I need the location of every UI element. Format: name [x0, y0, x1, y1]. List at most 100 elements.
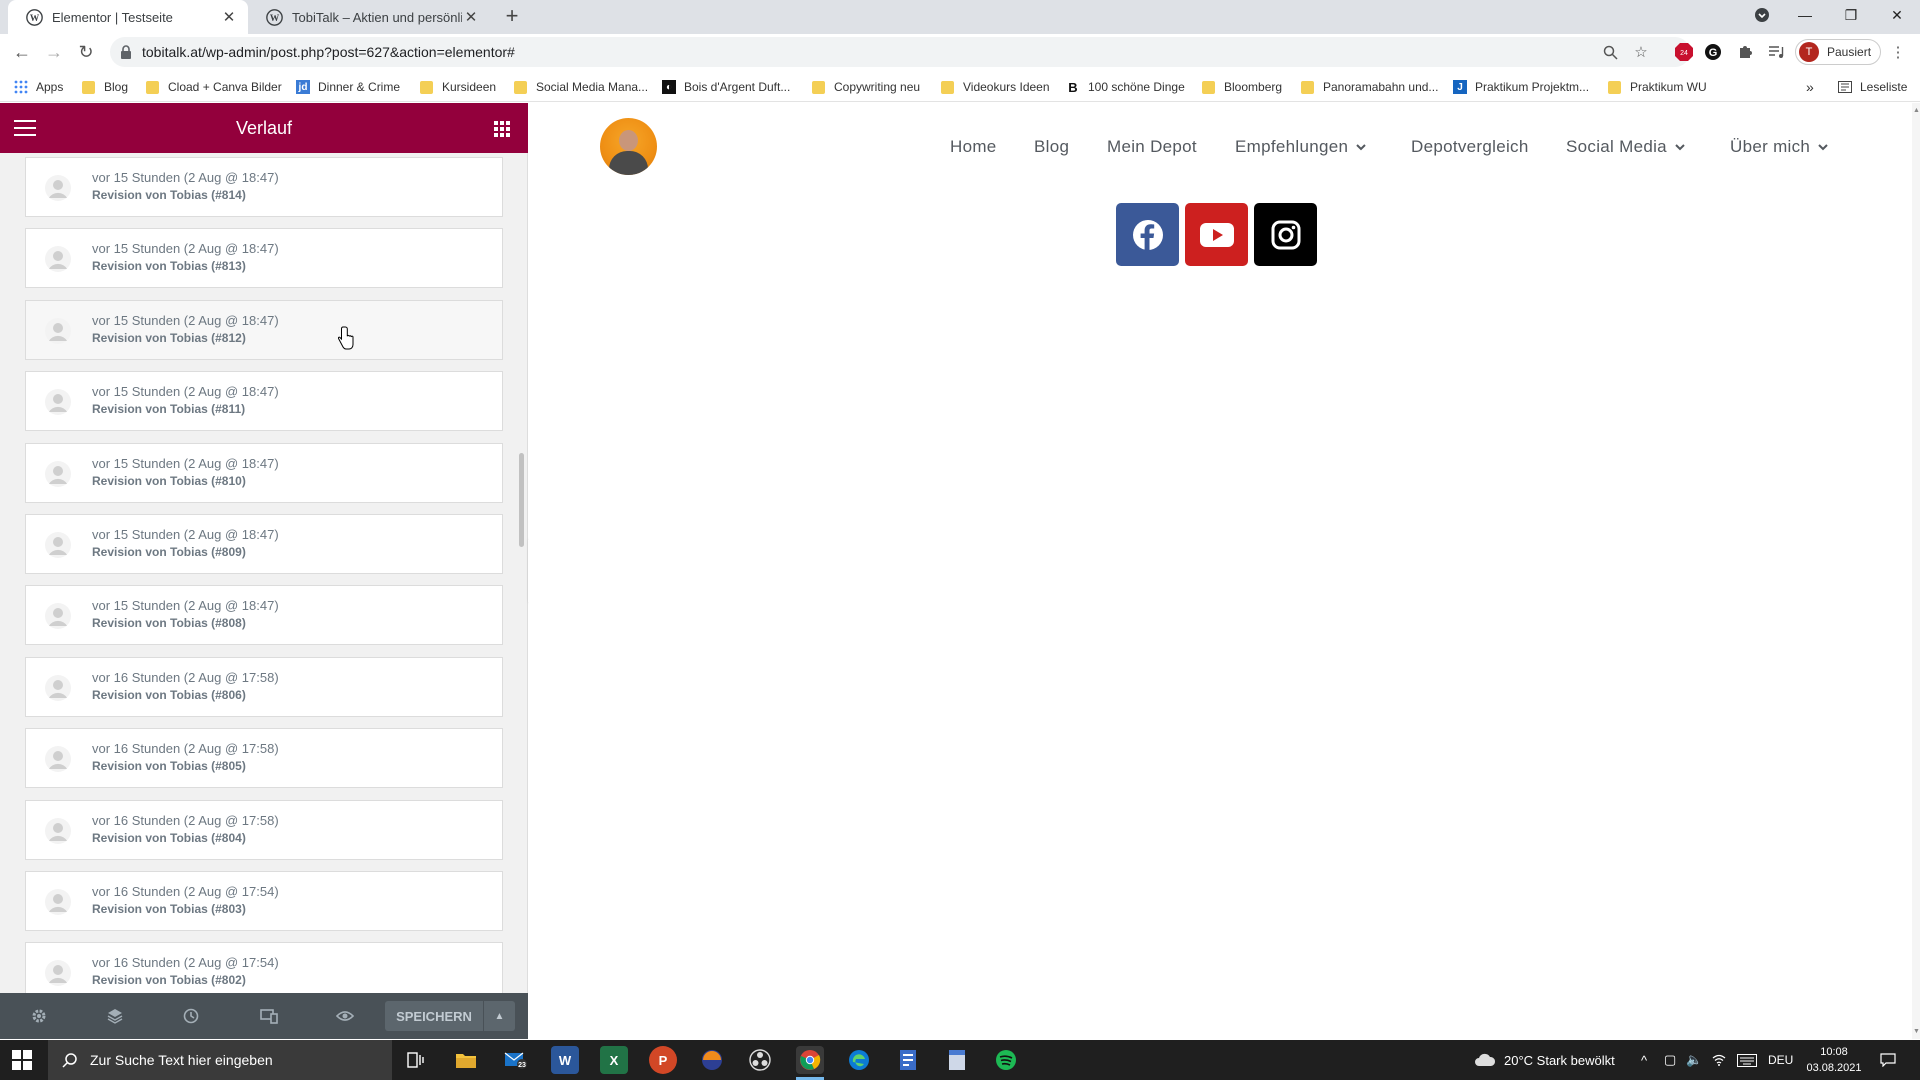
- word-icon[interactable]: W: [551, 1046, 579, 1074]
- revision-item[interactable]: vor 16 Stunden (2 Aug @ 17:58) Revision v…: [25, 800, 503, 860]
- youtube-button[interactable]: [1185, 203, 1248, 266]
- preview-eye-icon[interactable]: [336, 1007, 354, 1025]
- scroll-down-icon[interactable]: ▼: [1913, 1028, 1920, 1035]
- wifi-icon[interactable]: [1712, 1040, 1726, 1080]
- obs-icon[interactable]: [746, 1046, 774, 1074]
- task-view-icon[interactable]: [402, 1046, 430, 1074]
- nav-social-media[interactable]: Social Media: [1566, 137, 1685, 157]
- bookmark-bloomberg[interactable]: Bloomberg: [1202, 78, 1282, 96]
- app-orange-icon[interactable]: [698, 1046, 726, 1074]
- bookmark-100-schoene-dinge[interactable]: B 100 schöne Dinge: [1066, 78, 1184, 96]
- minimize-button[interactable]: —: [1785, 0, 1825, 30]
- nav-label: Empfehlungen: [1235, 137, 1349, 156]
- nav-ueber-mich[interactable]: Über mich: [1730, 137, 1828, 157]
- bookmark-apps[interactable]: Apps: [14, 78, 63, 96]
- bookmark-dinner-crime[interactable]: jd Dinner & Crime: [296, 78, 400, 96]
- restore-button[interactable]: ❐: [1831, 0, 1871, 30]
- page-scrollbar[interactable]: ▲ ▼: [1912, 103, 1920, 1039]
- bookmark-praktikum-projekt[interactable]: J Praktikum Projektm...: [1453, 78, 1589, 96]
- revision-item[interactable]: vor 16 Stunden (2 Aug @ 17:58) Revision v…: [25, 657, 503, 717]
- back-icon[interactable]: ←: [10, 40, 34, 64]
- bookmark-copywriting[interactable]: Copywriting neu: [812, 78, 920, 96]
- tab-search-icon[interactable]: [1742, 0, 1782, 30]
- system-clock[interactable]: 10:08 03.08.2021: [1804, 1044, 1864, 1076]
- revision-item[interactable]: vor 15 Stunden (2 Aug @ 18:47) Revision v…: [25, 157, 503, 217]
- spotify-icon[interactable]: [992, 1046, 1020, 1074]
- excel-icon[interactable]: X: [600, 1046, 628, 1074]
- reading-list-button[interactable]: Leseliste: [1838, 78, 1907, 96]
- nav-depotvergleich[interactable]: Depotvergleich: [1411, 137, 1529, 157]
- bookmark-panoramabahn[interactable]: Panoramabahn und...: [1301, 78, 1438, 96]
- scroll-up-icon[interactable]: ▲: [1913, 107, 1920, 114]
- nav-empfehlungen[interactable]: Empfehlungen: [1235, 137, 1366, 157]
- device-icon[interactable]: ▢: [1664, 1040, 1676, 1080]
- bookmark-social-media[interactable]: Social Media Mana...: [514, 78, 648, 96]
- address-bar[interactable]: tobitalk.at/wp-admin/post.php?post=627&a…: [110, 37, 1690, 67]
- facebook-button[interactable]: [1116, 203, 1179, 266]
- nav-mein-depot[interactable]: Mein Depot: [1107, 137, 1197, 157]
- bookmark-kursideen[interactable]: Kursideen: [420, 78, 496, 96]
- windows-start-icon[interactable]: [12, 1050, 32, 1070]
- revision-item[interactable]: vor 15 Stunden (2 Aug @ 18:47) Revision v…: [25, 443, 503, 503]
- more-bookmarks-button[interactable]: »: [1806, 78, 1814, 96]
- chrome-icon[interactable]: [796, 1046, 824, 1074]
- bookmark-bois-dargent[interactable]: ◐ Bois d'Argent Duft...: [662, 78, 790, 96]
- notifications-icon[interactable]: [1880, 1040, 1896, 1080]
- volume-icon[interactable]: 🔈: [1686, 1040, 1702, 1080]
- zoom-icon[interactable]: [1600, 42, 1620, 62]
- edge-icon[interactable]: [845, 1046, 873, 1074]
- revision-item[interactable]: vor 15 Stunden (2 Aug @ 18:47) Revision v…: [25, 585, 503, 645]
- language-indicator[interactable]: DEU: [1768, 1040, 1793, 1080]
- bookmark-blog[interactable]: Blog: [82, 78, 128, 96]
- settings-gear-icon[interactable]: [30, 1007, 48, 1025]
- weather-widget[interactable]: 20°C Stark bewölkt: [1474, 1040, 1615, 1080]
- bookmark-cload-canva[interactable]: Cload + Canva Bilder: [146, 78, 282, 96]
- revision-item[interactable]: vor 15 Stunden (2 Aug @ 18:47) Revision v…: [25, 514, 503, 574]
- revision-item[interactable]: vor 15 Stunden (2 Aug @ 18:47) Revision v…: [25, 300, 503, 360]
- widgets-grid-icon[interactable]: [494, 121, 510, 137]
- tab-tobitalk[interactable]: W TobiTalk – Aktien und persönlich ✕: [248, 0, 490, 34]
- instagram-button[interactable]: [1254, 203, 1317, 266]
- save-button[interactable]: SPEICHERN ▲: [385, 1001, 515, 1031]
- mail-icon[interactable]: 23: [502, 1046, 530, 1074]
- close-window-button[interactable]: ✕: [1877, 0, 1917, 30]
- history-icon[interactable]: [182, 1007, 200, 1025]
- revision-item[interactable]: vor 16 Stunden (2 Aug @ 17:54) Revision v…: [25, 942, 503, 993]
- close-icon[interactable]: ✕: [462, 8, 480, 26]
- star-icon[interactable]: ☆: [1631, 42, 1651, 62]
- close-icon[interactable]: ✕: [220, 8, 238, 26]
- responsive-mode-icon[interactable]: [260, 1007, 278, 1025]
- profile-button[interactable]: T Pausiert: [1795, 39, 1881, 65]
- powerpoint-icon[interactable]: P: [649, 1046, 677, 1074]
- navigator-layers-icon[interactable]: [106, 1007, 124, 1025]
- bookmark-praktikum-wu[interactable]: Praktikum WU: [1608, 78, 1707, 96]
- file-explorer-icon[interactable]: [452, 1046, 480, 1074]
- mouse-cursor-icon: [338, 326, 354, 350]
- show-hidden-icons-icon[interactable]: ^: [1641, 1040, 1647, 1080]
- taskbar-search[interactable]: Zur Suche Text hier eingeben: [48, 1040, 392, 1080]
- reload-icon[interactable]: ↻: [74, 40, 98, 64]
- site-logo[interactable]: [600, 118, 657, 175]
- revision-item[interactable]: vor 15 Stunden (2 Aug @ 18:47) Revision v…: [25, 228, 503, 288]
- grammarly-icon[interactable]: G: [1703, 42, 1723, 62]
- media-control-icon[interactable]: [1766, 42, 1786, 62]
- app-notes-icon[interactable]: [943, 1046, 971, 1074]
- more-menu-icon[interactable]: ⋮: [1888, 42, 1908, 62]
- bookmarks-bar: Apps Blog Cload + Canva Bilder jd Dinner …: [0, 70, 1920, 102]
- revision-item[interactable]: vor 16 Stunden (2 Aug @ 17:54) Revision v…: [25, 871, 503, 931]
- app-blue-doc-icon[interactable]: [894, 1046, 922, 1074]
- tab-elementor[interactable]: W Elementor | Testseite ✕: [8, 0, 248, 34]
- extensions-puzzle-icon[interactable]: [1735, 42, 1755, 62]
- panel-scrollbar[interactable]: [519, 453, 524, 547]
- nav-home[interactable]: Home: [950, 137, 997, 157]
- forward-icon[interactable]: →: [42, 40, 66, 64]
- bookmark-videokurs[interactable]: Videokurs Ideen: [941, 78, 1050, 96]
- new-tab-button[interactable]: +: [499, 4, 525, 30]
- revision-list[interactable]: vor 15 Stunden (2 Aug @ 18:47) Revision v…: [0, 153, 528, 993]
- revision-item[interactable]: vor 15 Stunden (2 Aug @ 18:47) Revision v…: [25, 371, 503, 431]
- nav-blog[interactable]: Blog: [1034, 137, 1069, 157]
- extension-abp-icon[interactable]: 24: [1674, 42, 1694, 62]
- save-options-caret-icon[interactable]: ▲: [483, 1001, 515, 1031]
- keyboard-icon[interactable]: [1737, 1040, 1757, 1080]
- revision-item[interactable]: vor 16 Stunden (2 Aug @ 17:58) Revision v…: [25, 728, 503, 788]
